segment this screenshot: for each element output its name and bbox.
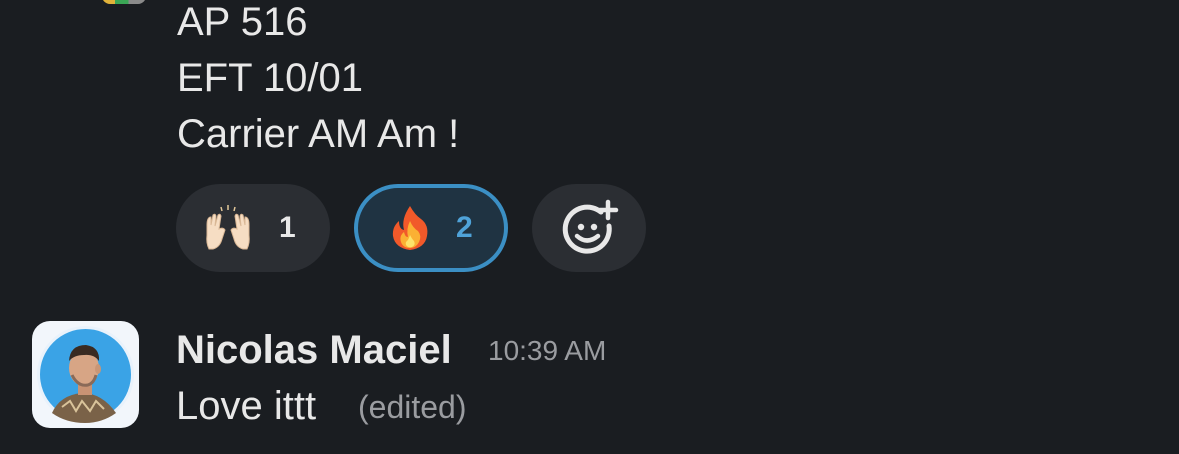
- message-line: Carrier AM Am !: [177, 112, 460, 156]
- message-line: AP 516: [177, 0, 308, 44]
- reaction-count: 2: [456, 211, 473, 244]
- raising-hands-icon: [206, 205, 250, 250]
- author-name[interactable]: Nicolas Maciel: [176, 327, 452, 373]
- reaction-fire[interactable]: 2: [354, 184, 508, 272]
- message-line: EFT 10/01: [177, 56, 364, 100]
- add-reaction-icon: [562, 199, 619, 254]
- add-reaction-button[interactable]: [532, 184, 646, 272]
- edited-label: (edited): [358, 389, 467, 425]
- timestamp[interactable]: 10:39 AM: [488, 333, 606, 369]
- reaction-count: 1: [279, 211, 296, 244]
- reaction-raising-hands[interactable]: 1: [176, 184, 330, 272]
- previous-author-avatar[interactable]: [102, 0, 146, 4]
- profile-photo: [37, 326, 134, 423]
- avatar[interactable]: [32, 321, 139, 428]
- message-text: Love ittt: [176, 384, 317, 428]
- fire-icon: [392, 206, 428, 250]
